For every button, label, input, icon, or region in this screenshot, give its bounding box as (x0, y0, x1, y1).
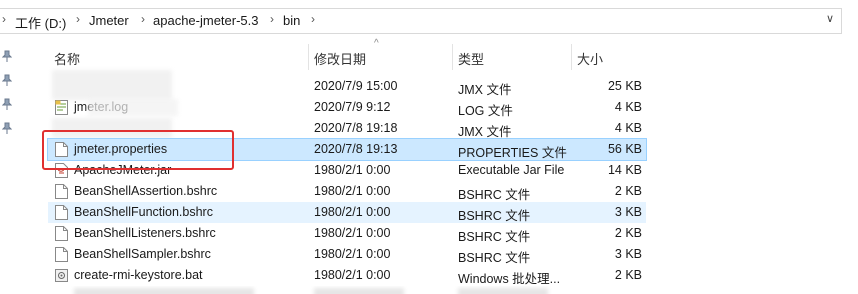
chevron-right-icon: › (311, 12, 315, 26)
file-row-hover[interactable]: BeanShellFunction.bshrc 1980/2/1 0:00 BS… (48, 202, 646, 223)
redacted-area (74, 288, 254, 294)
highlight-annotation (42, 130, 234, 170)
file-row[interactable]: create-rmi-keystore.bat 1980/2/1 0:00 Wi… (48, 265, 646, 286)
file-row[interactable]: BeanShellAssertion.bshrc 1980/2/1 0:00 B… (48, 181, 646, 202)
column-header-date[interactable]: 修改日期 (309, 44, 452, 70)
column-header-name[interactable]: 名称 (48, 44, 308, 70)
file-row[interactable]: BeanShellListeners.bshrc 1980/2/1 0:00 B… (48, 223, 646, 244)
log-file-icon (55, 100, 68, 115)
address-bar[interactable]: › 工作 (D:) › Jmeter › apache-jmeter-5.3 ›… (0, 8, 858, 34)
file-icon (55, 184, 68, 199)
file-row[interactable]: 2020/7/9 15:00 JMX 文件 25 KB (48, 70, 646, 100)
redacted-area (458, 288, 548, 294)
breadcrumb-bin[interactable]: bin (283, 13, 300, 28)
file-name: BeanShellListeners.bshrc (74, 226, 216, 240)
pin-icon[interactable] (2, 122, 12, 134)
chevron-right-icon: › (141, 12, 145, 26)
column-header-type[interactable]: 类型 (453, 44, 571, 70)
pin-icon[interactable] (2, 50, 12, 62)
file-name: BeanShellAssertion.bshrc (74, 184, 218, 198)
file-row[interactable]: BeanShellSampler.bshrc 1980/2/1 0:00 BSH… (48, 244, 646, 265)
column-header-size[interactable]: 大小 (572, 44, 646, 70)
file-name: create-rmi-keystore.bat (74, 268, 203, 282)
chevron-right-icon: › (270, 12, 274, 26)
file-name: BeanShellFunction.bshrc (74, 205, 213, 219)
breadcrumb-drive[interactable]: 工作 (D:) (15, 13, 66, 32)
file-row-partial[interactable] (48, 286, 646, 294)
pin-icon[interactable] (2, 74, 12, 86)
file-icon (55, 247, 68, 262)
redacted-area (314, 288, 404, 294)
pin-icon[interactable] (2, 98, 12, 110)
batch-file-icon (55, 269, 68, 282)
file-icon (55, 226, 68, 241)
redacted-area (88, 99, 178, 116)
chevron-right-icon: › (76, 12, 80, 26)
file-icon (55, 205, 68, 220)
redacted-area (52, 70, 172, 100)
breadcrumb-apache-jmeter[interactable]: apache-jmeter-5.3 (153, 13, 259, 28)
breadcrumb-jmeter[interactable]: Jmeter (89, 13, 129, 28)
chevron-right-icon: › (2, 12, 6, 26)
file-name: BeanShellSampler.bshrc (74, 247, 211, 261)
chevron-down-icon[interactable]: ∨ (826, 12, 834, 25)
file-row[interactable]: jmeter.log 2020/7/9 9:12 LOG 文件 4 KB (48, 97, 646, 118)
